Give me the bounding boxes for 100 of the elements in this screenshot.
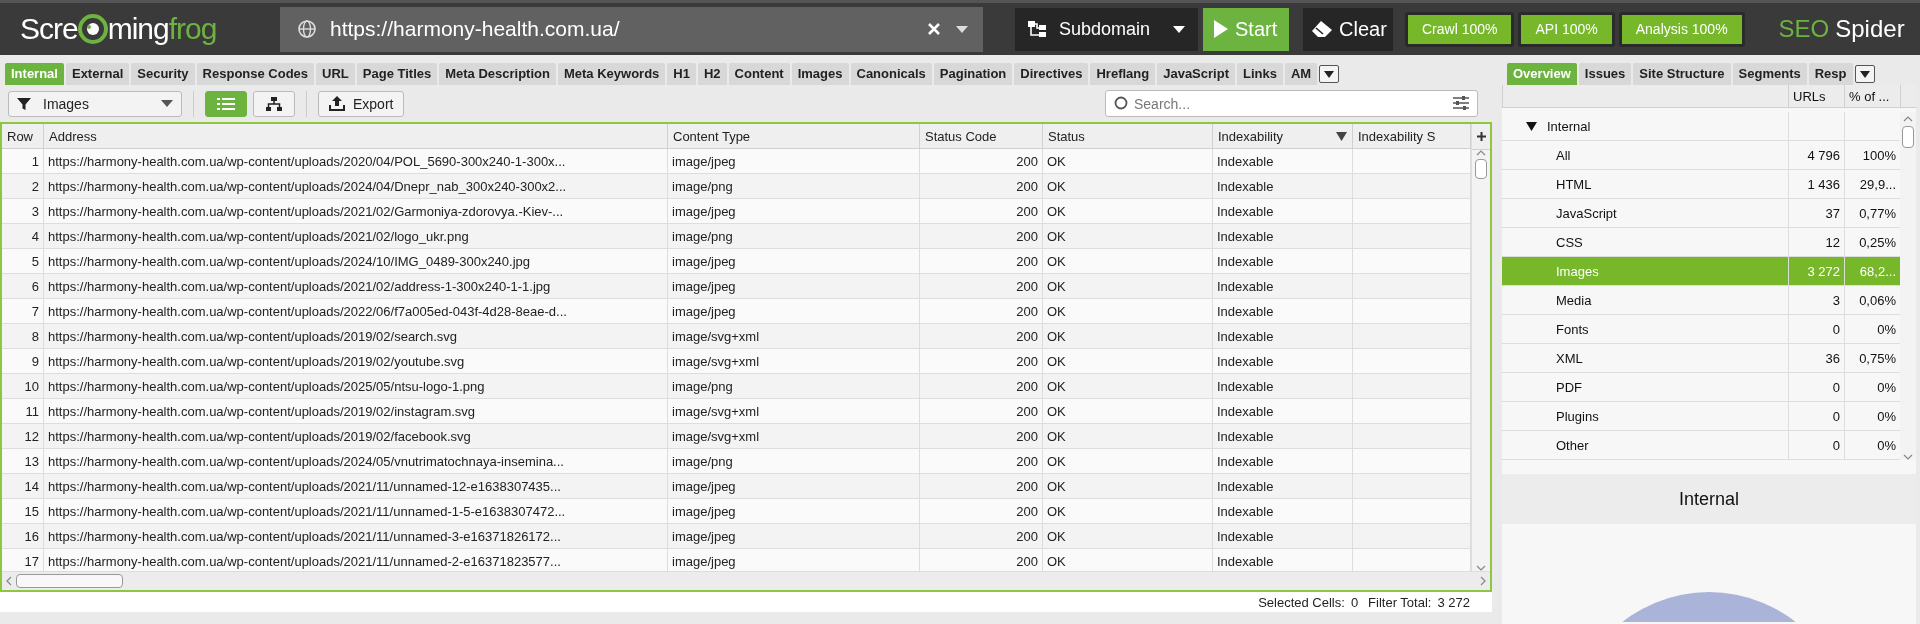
tree-item[interactable]: XML 36 0,75% (1502, 344, 1900, 373)
chart-title: Internal (1502, 474, 1916, 524)
plus-icon[interactable] (1476, 132, 1486, 141)
export-button[interactable]: Export (318, 90, 405, 117)
table-cell: 12 (2, 424, 44, 449)
column-header[interactable]: Address (44, 124, 668, 149)
table-cell: https://harmony-health.com.ua/wp-content/uploads/2019/02/search.svg (44, 324, 668, 349)
tab[interactable]: Canonicals (850, 63, 932, 85)
column-header[interactable]: Content Type (668, 124, 920, 149)
search-icon (1114, 96, 1128, 110)
vertical-scrollbar[interactable] (1900, 112, 1916, 460)
chevron-up-icon[interactable] (1903, 116, 1913, 122)
column-header[interactable]: Indexability S (1353, 124, 1471, 149)
tab[interactable]: External (65, 63, 130, 85)
tab[interactable]: Pagination (933, 63, 1013, 85)
table-cell: 4 (2, 224, 44, 249)
vertical-scrollbar[interactable] (1471, 124, 1490, 571)
more-tabs-button[interactable] (1854, 65, 1875, 83)
tab[interactable]: Issues (1578, 63, 1632, 85)
table-cell: 200 (920, 249, 1043, 274)
tab[interactable]: Hreflang (1090, 63, 1156, 85)
chevron-up-icon[interactable] (1476, 150, 1486, 156)
table-cell: 0 (1788, 402, 1844, 430)
tab[interactable]: Content (728, 63, 790, 85)
table-cell: 200 (920, 149, 1043, 174)
more-tabs-button[interactable] (1319, 65, 1340, 83)
hierarchy-icon (266, 96, 282, 111)
tree-item[interactable]: Fonts 0 0% (1502, 315, 1900, 344)
sort-icon[interactable] (1336, 131, 1347, 141)
horizontal-scrollbar[interactable] (2, 571, 1490, 590)
chevron-left-icon[interactable] (6, 576, 12, 586)
table-cell: 200 (920, 474, 1043, 499)
table-cell: 200 (920, 274, 1043, 299)
chevron-down-icon[interactable] (1476, 565, 1486, 571)
table-cell: OK (1043, 449, 1213, 474)
table-cell: image/svg+xml (668, 424, 920, 449)
tree-item[interactable]: Media 3 0,06% (1502, 286, 1900, 315)
table-cell: Indexable (1213, 424, 1353, 449)
scrollbar-thumb[interactable] (1475, 159, 1487, 179)
view-toggle[interactable] (253, 90, 295, 117)
table-cell: 5 (2, 249, 44, 274)
product-name: SEO (1778, 15, 1830, 43)
expanded-icon[interactable] (1526, 120, 1537, 132)
tab[interactable]: Security (131, 63, 195, 85)
table-cell: image/png (668, 224, 920, 249)
tab[interactable]: JavaScript (1157, 63, 1235, 85)
table-cell: Indexable (1213, 224, 1353, 249)
tab[interactable]: Meta Description (439, 63, 556, 85)
column-header[interactable]: Row (2, 124, 44, 149)
column-header[interactable]: URLs (1788, 85, 1844, 107)
caret-icon (161, 100, 173, 107)
scrollbar-thumb[interactable] (16, 574, 123, 588)
tab[interactable]: Page Titles (356, 63, 438, 85)
tab[interactable]: Response Codes (196, 63, 315, 85)
tree-item[interactable]: All 4 796 100% (1502, 141, 1900, 170)
tab[interactable]: URL (316, 63, 355, 85)
table-cell: OK (1043, 299, 1213, 324)
close-icon[interactable] (927, 22, 941, 36)
table-cell: 0 (1788, 431, 1844, 459)
tab[interactable]: Directives (1014, 63, 1089, 85)
table-cell: 3 272 (1788, 257, 1844, 285)
search-field[interactable]: Search... (1105, 90, 1478, 117)
tree-item[interactable]: Plugins 0 0% (1502, 402, 1900, 431)
tab[interactable]: H2 (697, 63, 727, 85)
table-cell: 3 (1788, 286, 1844, 314)
sliders-icon[interactable] (1453, 96, 1469, 110)
column-header[interactable]: Indexability (1213, 124, 1353, 149)
tree-item[interactable]: Other 0 0% (1502, 431, 1900, 460)
logo-text: Scre (20, 12, 78, 46)
tab[interactable]: Resp (1808, 63, 1853, 85)
tab[interactable]: Site Structure (1633, 63, 1731, 85)
tab[interactable]: AM (1284, 63, 1318, 85)
column-header[interactable]: Status (1043, 124, 1213, 149)
column-header[interactable]: Status Code (920, 124, 1043, 149)
table-cell: OK (1043, 399, 1213, 424)
tree-item[interactable]: JavaScript 37 0,77% (1502, 199, 1900, 228)
tree-item[interactable]: HTML 1 436 29,9... (1502, 170, 1900, 199)
tree-label[interactable]: Internal (1547, 118, 1591, 134)
tab[interactable]: Meta Keywords (557, 63, 666, 85)
clear-button[interactable]: Clear (1303, 7, 1393, 51)
table-cell: 200 (920, 299, 1043, 324)
table-cell: Indexable (1213, 374, 1353, 399)
tab[interactable]: Links (1236, 63, 1283, 85)
filter-dropdown[interactable]: Images (8, 90, 182, 117)
tab[interactable]: H1 (667, 63, 696, 85)
frog-icon (77, 14, 108, 44)
caret-icon[interactable] (955, 24, 969, 34)
mode-dropdown[interactable]: Subdomain (1015, 7, 1198, 51)
tab[interactable]: Segments (1732, 63, 1807, 85)
tree-item[interactable]: PDF 0 0% (1502, 373, 1900, 402)
url-field[interactable]: https://harmony-health.com.ua/ (280, 6, 983, 52)
chevron-down-icon[interactable] (1903, 454, 1913, 460)
table-cell: Indexable (1213, 199, 1353, 224)
column-header[interactable]: % of ... (1844, 85, 1900, 107)
table-cell: OK (1043, 374, 1213, 399)
tab[interactable]: Images (791, 63, 849, 85)
scrollbar-thumb[interactable] (1902, 126, 1914, 148)
table-cell: 200 (920, 424, 1043, 449)
chevron-right-icon[interactable] (1480, 576, 1486, 586)
view-toggle[interactable] (205, 90, 247, 117)
